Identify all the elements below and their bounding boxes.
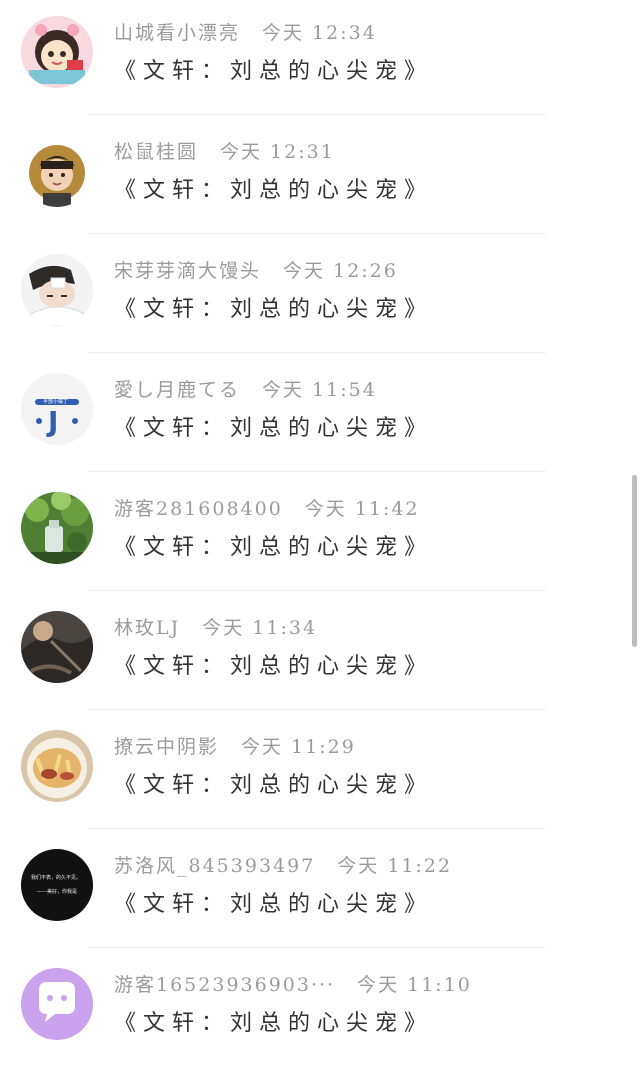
comment-text: 《文轩：刘总的心尖宠》 <box>114 1011 434 1036</box>
avatar-dark-scene[interactable] <box>21 611 93 683</box>
avatar-dark-scene-icon <box>21 611 93 683</box>
timestamp: 今天 11:42 <box>304 498 420 520</box>
comment-item[interactable]: 游客16523936903··· 今天 11:10 《文轩：刘总的心尖宠》 <box>0 952 640 1071</box>
comment-meta: 撩云中阴影 今天 11:29 <box>114 732 356 762</box>
avatar-caption: 半部小橘丁 <box>43 398 68 405</box>
avatar-text-line: 我们不表，的久不见。 <box>31 874 81 881</box>
comment-item[interactable]: 宋芽芽滴大馒头 今天 12:26 《文轩：刘总的心尖宠》 <box>0 238 640 357</box>
chat-bubble-icon <box>21 968 93 1040</box>
timestamp: 今天 12:31 <box>220 141 335 163</box>
comment-text: 《文轩：刘总的心尖宠》 <box>114 59 434 84</box>
avatar-text-line: ——美好，你我是 <box>37 888 77 895</box>
avatar-purple-chat-bubble[interactable] <box>21 968 93 1040</box>
avatar-boy-portrait-icon <box>21 135 93 207</box>
comment-item[interactable]: 游客281608400 今天 11:42 《文轩：刘总的心尖宠》 <box>0 476 640 595</box>
avatar-blue-letter-j[interactable]: 半部小橘丁 J <box>21 373 93 445</box>
avatar-sleeping-boy[interactable] <box>21 254 93 326</box>
comment-item[interactable]: 半部小橘丁 J 愛し月鹿てる 今天 11:54 《文轩：刘总的心尖宠》 <box>0 357 640 476</box>
scrollbar[interactable] <box>632 475 637 647</box>
avatar-cartoon-girl[interactable] <box>21 16 93 88</box>
username[interactable]: 游客281608400 <box>114 494 283 524</box>
avatar-blue-letter-j-icon: 半部小橘丁 J <box>21 373 93 445</box>
comment-text: 《文轩：刘总的心尖宠》 <box>114 654 434 679</box>
avatar-letter: J <box>46 405 58 438</box>
divider <box>88 590 546 591</box>
comment-meta: 苏洛风_845393497 今天 11:22 <box>114 851 452 881</box>
comment-text: 《文轩：刘总的心尖宠》 <box>114 178 434 203</box>
comment-meta: 游客281608400 今天 11:42 <box>114 494 420 524</box>
username[interactable]: 愛し月鹿てる <box>114 375 240 405</box>
timestamp: 今天 11:10 <box>357 974 472 996</box>
comment-text: 《文轩：刘总的心尖宠》 <box>114 773 434 798</box>
comment-meta: 愛し月鹿てる 今天 11:54 <box>114 375 377 405</box>
timestamp: 今天 11:54 <box>262 379 377 401</box>
comment-meta: 山城看小漂亮 今天 12:34 <box>114 18 377 48</box>
username[interactable]: 林玫LJ <box>114 613 180 643</box>
comment-meta: 林玫LJ 今天 11:34 <box>114 613 317 643</box>
avatar-cartoon-girl-icon <box>21 16 93 88</box>
divider <box>88 352 546 353</box>
divider <box>88 947 546 948</box>
username[interactable]: 撩云中阴影 <box>114 732 219 762</box>
comment-item[interactable]: 松鼠桂圆 今天 12:31 《文轩：刘总的心尖宠》 <box>0 119 640 238</box>
timestamp: 今天 11:34 <box>202 617 318 639</box>
avatar-boy-portrait[interactable] <box>21 135 93 207</box>
timestamp: 今天 11:22 <box>337 855 453 877</box>
avatar-black-text[interactable]: 我们不表，的久不见。 ——美好，你我是 <box>21 849 93 921</box>
divider <box>88 709 546 710</box>
avatar-food-bowl[interactable] <box>21 730 93 802</box>
comment-text: 《文轩：刘总的心尖宠》 <box>114 892 434 917</box>
avatar-black-text-icon: 我们不表，的久不见。 ——美好，你我是 <box>21 849 93 921</box>
comment-item[interactable]: 山城看小漂亮 今天 12:34 《文轩：刘总的心尖宠》 <box>0 0 640 119</box>
username[interactable]: 宋芽芽滴大馒头 <box>114 256 261 286</box>
avatar-plants-bottle[interactable] <box>21 492 93 564</box>
avatar-food-bowl-icon <box>21 730 93 802</box>
comment-meta: 游客16523936903··· 今天 11:10 <box>114 970 472 1000</box>
comment-item[interactable]: 我们不表，的久不见。 ——美好，你我是 苏洛风_845393497 今天 11:2… <box>0 833 640 952</box>
comment-item[interactable]: 林玫LJ 今天 11:34 《文轩：刘总的心尖宠》 <box>0 595 640 714</box>
divider <box>88 471 546 472</box>
divider <box>88 828 546 829</box>
comment-text: 《文轩：刘总的心尖宠》 <box>114 416 434 441</box>
timestamp: 今天 12:26 <box>283 260 398 282</box>
comment-item[interactable]: 撩云中阴影 今天 11:29 《文轩：刘总的心尖宠》 <box>0 714 640 833</box>
comment-text: 《文轩：刘总的心尖宠》 <box>114 535 434 560</box>
username[interactable]: 游客16523936903··· <box>114 970 335 1000</box>
comment-meta: 松鼠桂圆 今天 12:31 <box>114 137 335 167</box>
divider <box>88 233 546 234</box>
username[interactable]: 山城看小漂亮 <box>114 18 240 48</box>
comment-meta: 宋芽芽滴大馒头 今天 12:26 <box>114 256 398 286</box>
username[interactable]: 苏洛风_845393497 <box>114 851 315 881</box>
timestamp: 今天 12:34 <box>262 22 377 44</box>
divider <box>88 114 546 115</box>
username[interactable]: 松鼠桂圆 <box>114 137 198 167</box>
avatar-plants-bottle-icon <box>21 492 93 564</box>
comment-text: 《文轩：刘总的心尖宠》 <box>114 297 434 322</box>
avatar-sleeping-boy-icon <box>21 254 93 326</box>
timestamp: 今天 11:29 <box>241 736 356 758</box>
